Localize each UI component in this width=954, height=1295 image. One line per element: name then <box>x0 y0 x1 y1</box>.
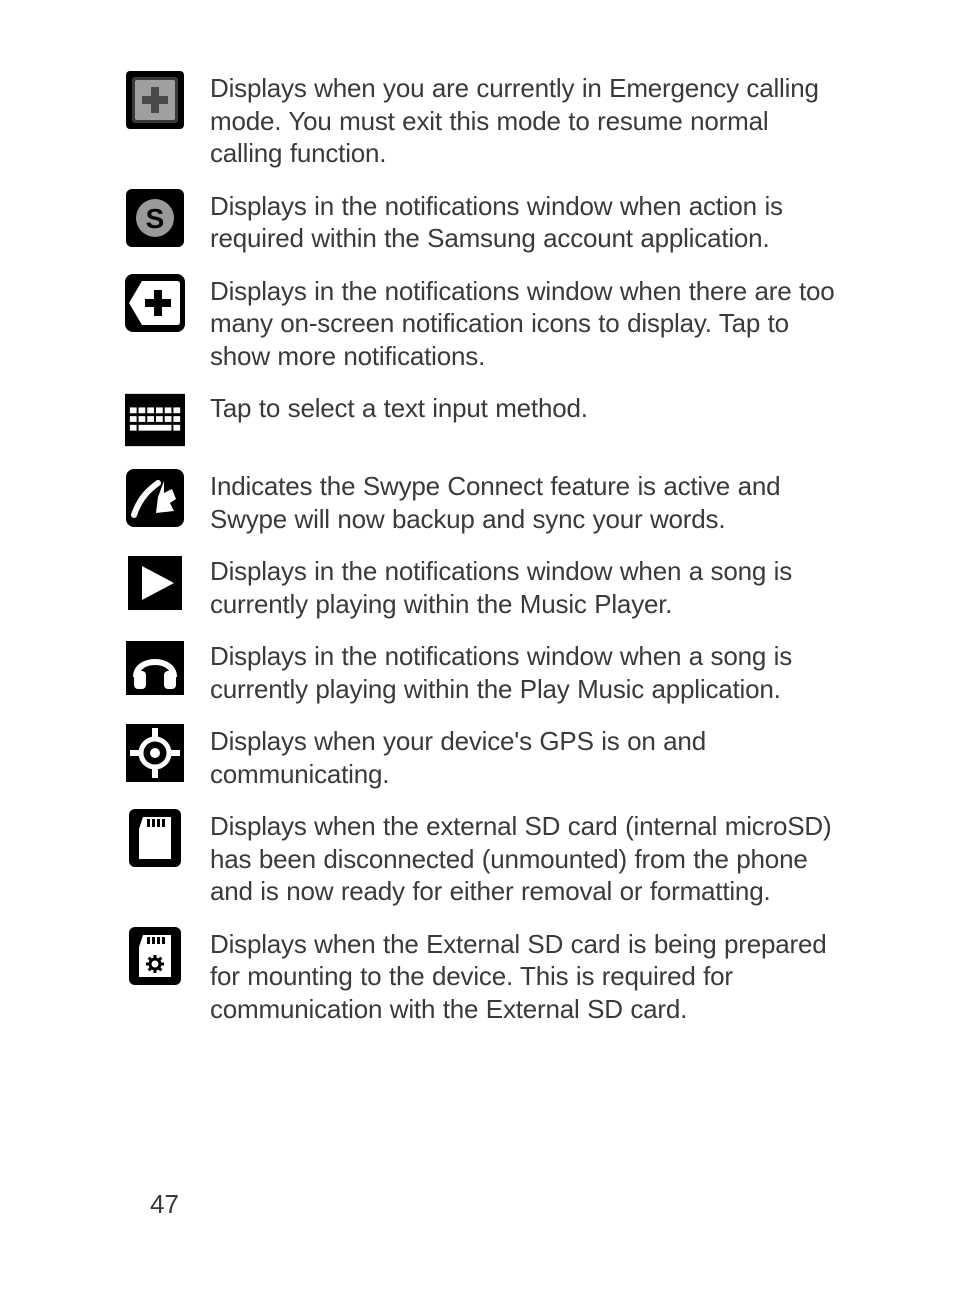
icon-cell: S <box>125 188 210 248</box>
gps-target-icon <box>125 723 185 783</box>
icon-description-row: Displays when the External SD card is be… <box>125 926 844 1026</box>
icon-cell <box>125 808 210 868</box>
svg-text:S: S <box>146 203 165 234</box>
play-triangle-icon <box>125 553 185 613</box>
manual-page: Displays when you are currently in Emerg… <box>0 0 954 1295</box>
sd-card-unmounted-icon <box>125 808 185 868</box>
emergency-call-plus-icon <box>125 70 185 130</box>
icon-description: Displays when your device's GPS is on an… <box>210 723 844 790</box>
icon-cell <box>125 70 210 130</box>
icon-description-row: Displays when you are currently in Emerg… <box>125 70 844 170</box>
sd-card-preparing-icon <box>125 926 185 986</box>
headphones-icon <box>125 638 185 698</box>
icon-cell <box>125 390 210 450</box>
icon-description-row: Displays in the notifications window whe… <box>125 273 844 373</box>
icon-description: Displays when the external SD card (inte… <box>210 808 844 908</box>
samsung-account-s-icon: S <box>125 188 185 248</box>
icon-description: Displays in the notifications window whe… <box>210 553 844 620</box>
more-notifications-plus-arrow-icon <box>125 273 185 333</box>
keyboard-icon <box>125 390 185 450</box>
icon-cell <box>125 926 210 986</box>
icon-cell <box>125 638 210 698</box>
icon-description-row: Displays when the external SD card (inte… <box>125 808 844 908</box>
icon-description-row: Displays in the notifications window whe… <box>125 553 844 620</box>
icon-description: Displays when the External SD card is be… <box>210 926 844 1026</box>
icon-description-row: Displays when your device's GPS is on an… <box>125 723 844 790</box>
icon-cell <box>125 468 210 528</box>
icon-description: Tap to select a text input method. <box>210 390 844 425</box>
icon-description-row: Indicates the Swype Connect feature is a… <box>125 468 844 535</box>
icon-description: Displays when you are currently in Emerg… <box>210 70 844 170</box>
icon-description: Indicates the Swype Connect feature is a… <box>210 468 844 535</box>
icon-description: Displays in the notifications window whe… <box>210 638 844 705</box>
icon-cell <box>125 553 210 613</box>
page-number: 47 <box>150 1189 179 1220</box>
icon-description-row: Displays in the notifications window whe… <box>125 638 844 705</box>
icon-description: Displays in the notifications window whe… <box>210 188 844 255</box>
icon-cell <box>125 723 210 783</box>
icon-cell <box>125 273 210 333</box>
icon-description: Displays in the notifications window whe… <box>210 273 844 373</box>
icon-description-row: S Displays in the notifications window w… <box>125 188 844 255</box>
icon-description-row: Tap to select a text input method. <box>125 390 844 450</box>
swype-connect-icon <box>125 468 185 528</box>
